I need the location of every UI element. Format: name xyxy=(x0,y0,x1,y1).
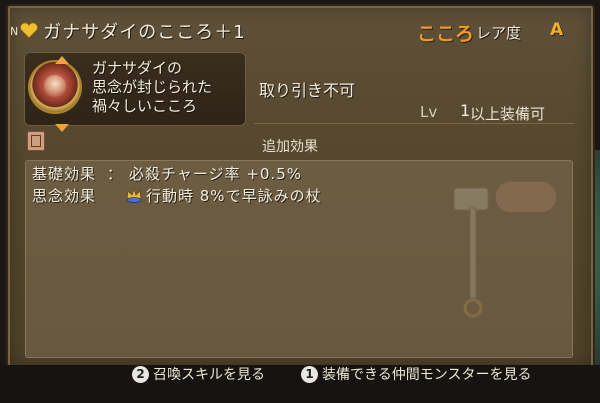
effect-row-base: 基礎効果 ： 必殺チャージ率 +0.5% xyxy=(32,163,302,183)
book-icon[interactable] xyxy=(27,131,45,151)
monster-emblem-icon xyxy=(30,56,80,132)
trade-status: 取り引き不可 xyxy=(259,81,356,100)
category-label: こころ xyxy=(417,23,475,45)
description-line: 禍々しいこころ xyxy=(92,97,198,115)
button-1-icon: 1 xyxy=(301,365,318,383)
arrow-down-icon[interactable] xyxy=(55,124,69,132)
effects-panel: 基礎効果 ： 必殺チャージ率 +0.5% 思念効果 行動時 8%で早詠みの杖 xyxy=(25,160,573,358)
effect-name: 基礎効果 xyxy=(32,164,97,183)
monster-face xyxy=(44,75,66,97)
heart-card: ガナサダイの 思念が封じられた 禍々しいこころ xyxy=(24,52,246,132)
rarity-label: レア度 xyxy=(476,24,522,42)
rarity-value: A xyxy=(550,20,564,40)
button-2-icon: 2 xyxy=(132,365,149,383)
effect-value: 必殺チャージ率 +0.5% xyxy=(129,164,302,183)
effect-value: 行動時 8%で早詠みの杖 xyxy=(146,186,322,205)
crown-icon xyxy=(125,187,143,203)
rank-badge: N xyxy=(10,24,19,38)
hint-label: 装備できる仲間モンスターを見る xyxy=(322,367,532,383)
hint-equippable-monsters[interactable]: 1 装備できる仲間モンスターを見る xyxy=(301,364,531,384)
hint-label: 召喚スキルを見る xyxy=(153,367,265,383)
arrow-up-icon[interactable] xyxy=(55,56,69,64)
description-line: ガナサダイの xyxy=(92,59,183,77)
level-label: Lv xyxy=(420,103,438,121)
effects-section-title: 追加効果 xyxy=(262,139,318,155)
hint-summon-skill[interactable]: 2 召喚スキルを見る xyxy=(132,364,265,384)
effect-name: 思念効果 xyxy=(32,186,97,205)
effect-row-spirit: 思念効果 行動時 8%で早詠みの杖 xyxy=(32,185,322,205)
heart-icon xyxy=(19,22,39,40)
heart-description: ガナサダイの 思念が封じられた 禍々しいこころ xyxy=(92,59,242,116)
level-suffix: 以上装備可 xyxy=(470,105,546,123)
effect-separator: ： xyxy=(107,164,123,183)
divider xyxy=(254,123,574,124)
description-line: 思念が封じられた xyxy=(92,78,213,96)
level-value: 1 xyxy=(460,101,471,120)
item-title: ガナサダイのこころ＋1 xyxy=(43,22,246,43)
